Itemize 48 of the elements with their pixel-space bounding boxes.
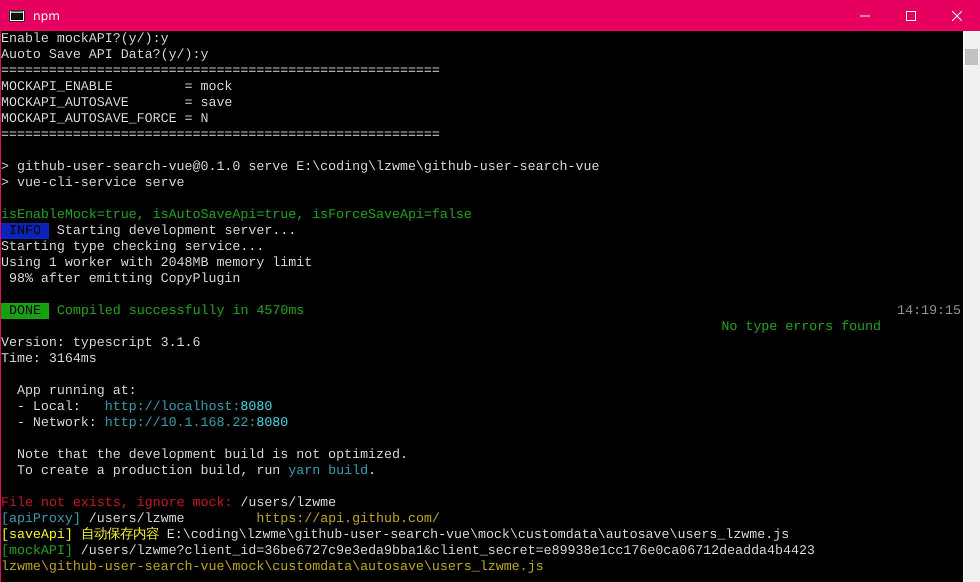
terminal-text: /users/lzwme — [239, 495, 336, 511]
terminal-text: No type errors found — [721, 319, 881, 335]
terminal-text: http://localhost: — [104, 399, 240, 415]
terminal-text: E:\coding\lzwme\github-user-search-vue\mock\customdata\autosave\users_lzwme.js — [166, 527, 790, 543]
terminal-text: Starting type checking service... — [1, 239, 264, 255]
terminal-text: App running at: — [16, 383, 137, 399]
terminal-text: 8080 — [240, 399, 272, 415]
terminal-text: [mockAPI] — [1, 543, 73, 559]
terminal-text: MOCKAPI_AUTOSAVE_FORCE = N — [1, 111, 208, 127]
terminal-text: Enable mockAPI?(y/):y — [1, 31, 169, 47]
terminal-text: isEnableMock=true, isAutoSaveApi=true, isForceSaveApi=false — [1, 207, 472, 223]
terminal-text: Time: 3164ms — [1, 351, 97, 367]
terminal-text: 8080 — [256, 415, 288, 431]
terminal-text: - Network: — [16, 415, 98, 431]
terminal-text: Using 1 worker with 2048MB memory limit — [1, 255, 312, 271]
timestamp: 14:19:15 — [897, 303, 961, 319]
terminal-text: MOCKAPI_ENABLE = mock — [1, 79, 232, 95]
terminal-text: Starting development server... — [56, 223, 296, 239]
terminal-text: [saveApi] 自动保存内容 — [1, 527, 159, 543]
terminal-text: https://api.github.com/ — [256, 511, 440, 527]
terminal-text: > vue-cli-service serve — [1, 175, 185, 191]
terminal-text: yarn build — [288, 463, 368, 479]
terminal-text: lzwme\github-user-search-vue\mock\customdata\autosave\users_lzwme.js — [1, 559, 544, 575]
terminal-text: MOCKAPI_AUTOSAVE = save — [1, 95, 232, 111]
status-badge: DONE — [1, 303, 49, 319]
maximize-icon — [906, 10, 916, 20]
window-title: npm — [33, 8, 60, 22]
terminal-text: http://10.1.168.22: — [104, 415, 256, 431]
terminal-text: 98% after emitting CopyPlugin — [8, 271, 240, 287]
terminal-text: > github-user-search-vue@0.1.0 serve E:\coding\lzwme\github-user-search-vue — [1, 159, 600, 175]
close-icon — [952, 10, 962, 20]
terminal-text: [apiProxy] — [1, 511, 81, 527]
console-icon — [9, 10, 25, 22]
terminal-text: Auoto Save API Data?(y/):y — [1, 47, 208, 63]
terminal-text: ======================================================= — [1, 63, 440, 79]
scrollbar[interactable] — [963, 31, 980, 582]
terminal-text: - Local: — [16, 399, 82, 415]
terminal-text: /users/lzwme?client_id=36be6727c9e3eda9bba1&client_secret=e89938e1cc176e0ca06712deadda4b4423 — [80, 543, 815, 559]
terminal-text: Note that the development build is not optimized. — [16, 447, 408, 463]
terminal-text: File not exists, ignore mock: — [1, 495, 232, 511]
terminal-text: ======================================================= — [1, 127, 440, 143]
terminal-text: Version: typescript 3.1.6 — [1, 335, 200, 351]
status-badge: INFO — [1, 223, 49, 239]
scrollbar-thumb[interactable] — [965, 49, 978, 65]
terminal-text: /users/lzwme — [88, 511, 186, 526]
terminal-text: . — [368, 463, 376, 479]
terminal-text: To create a production build, run — [16, 463, 282, 479]
terminal-text: Compiled successfully in 4570ms — [56, 303, 304, 319]
